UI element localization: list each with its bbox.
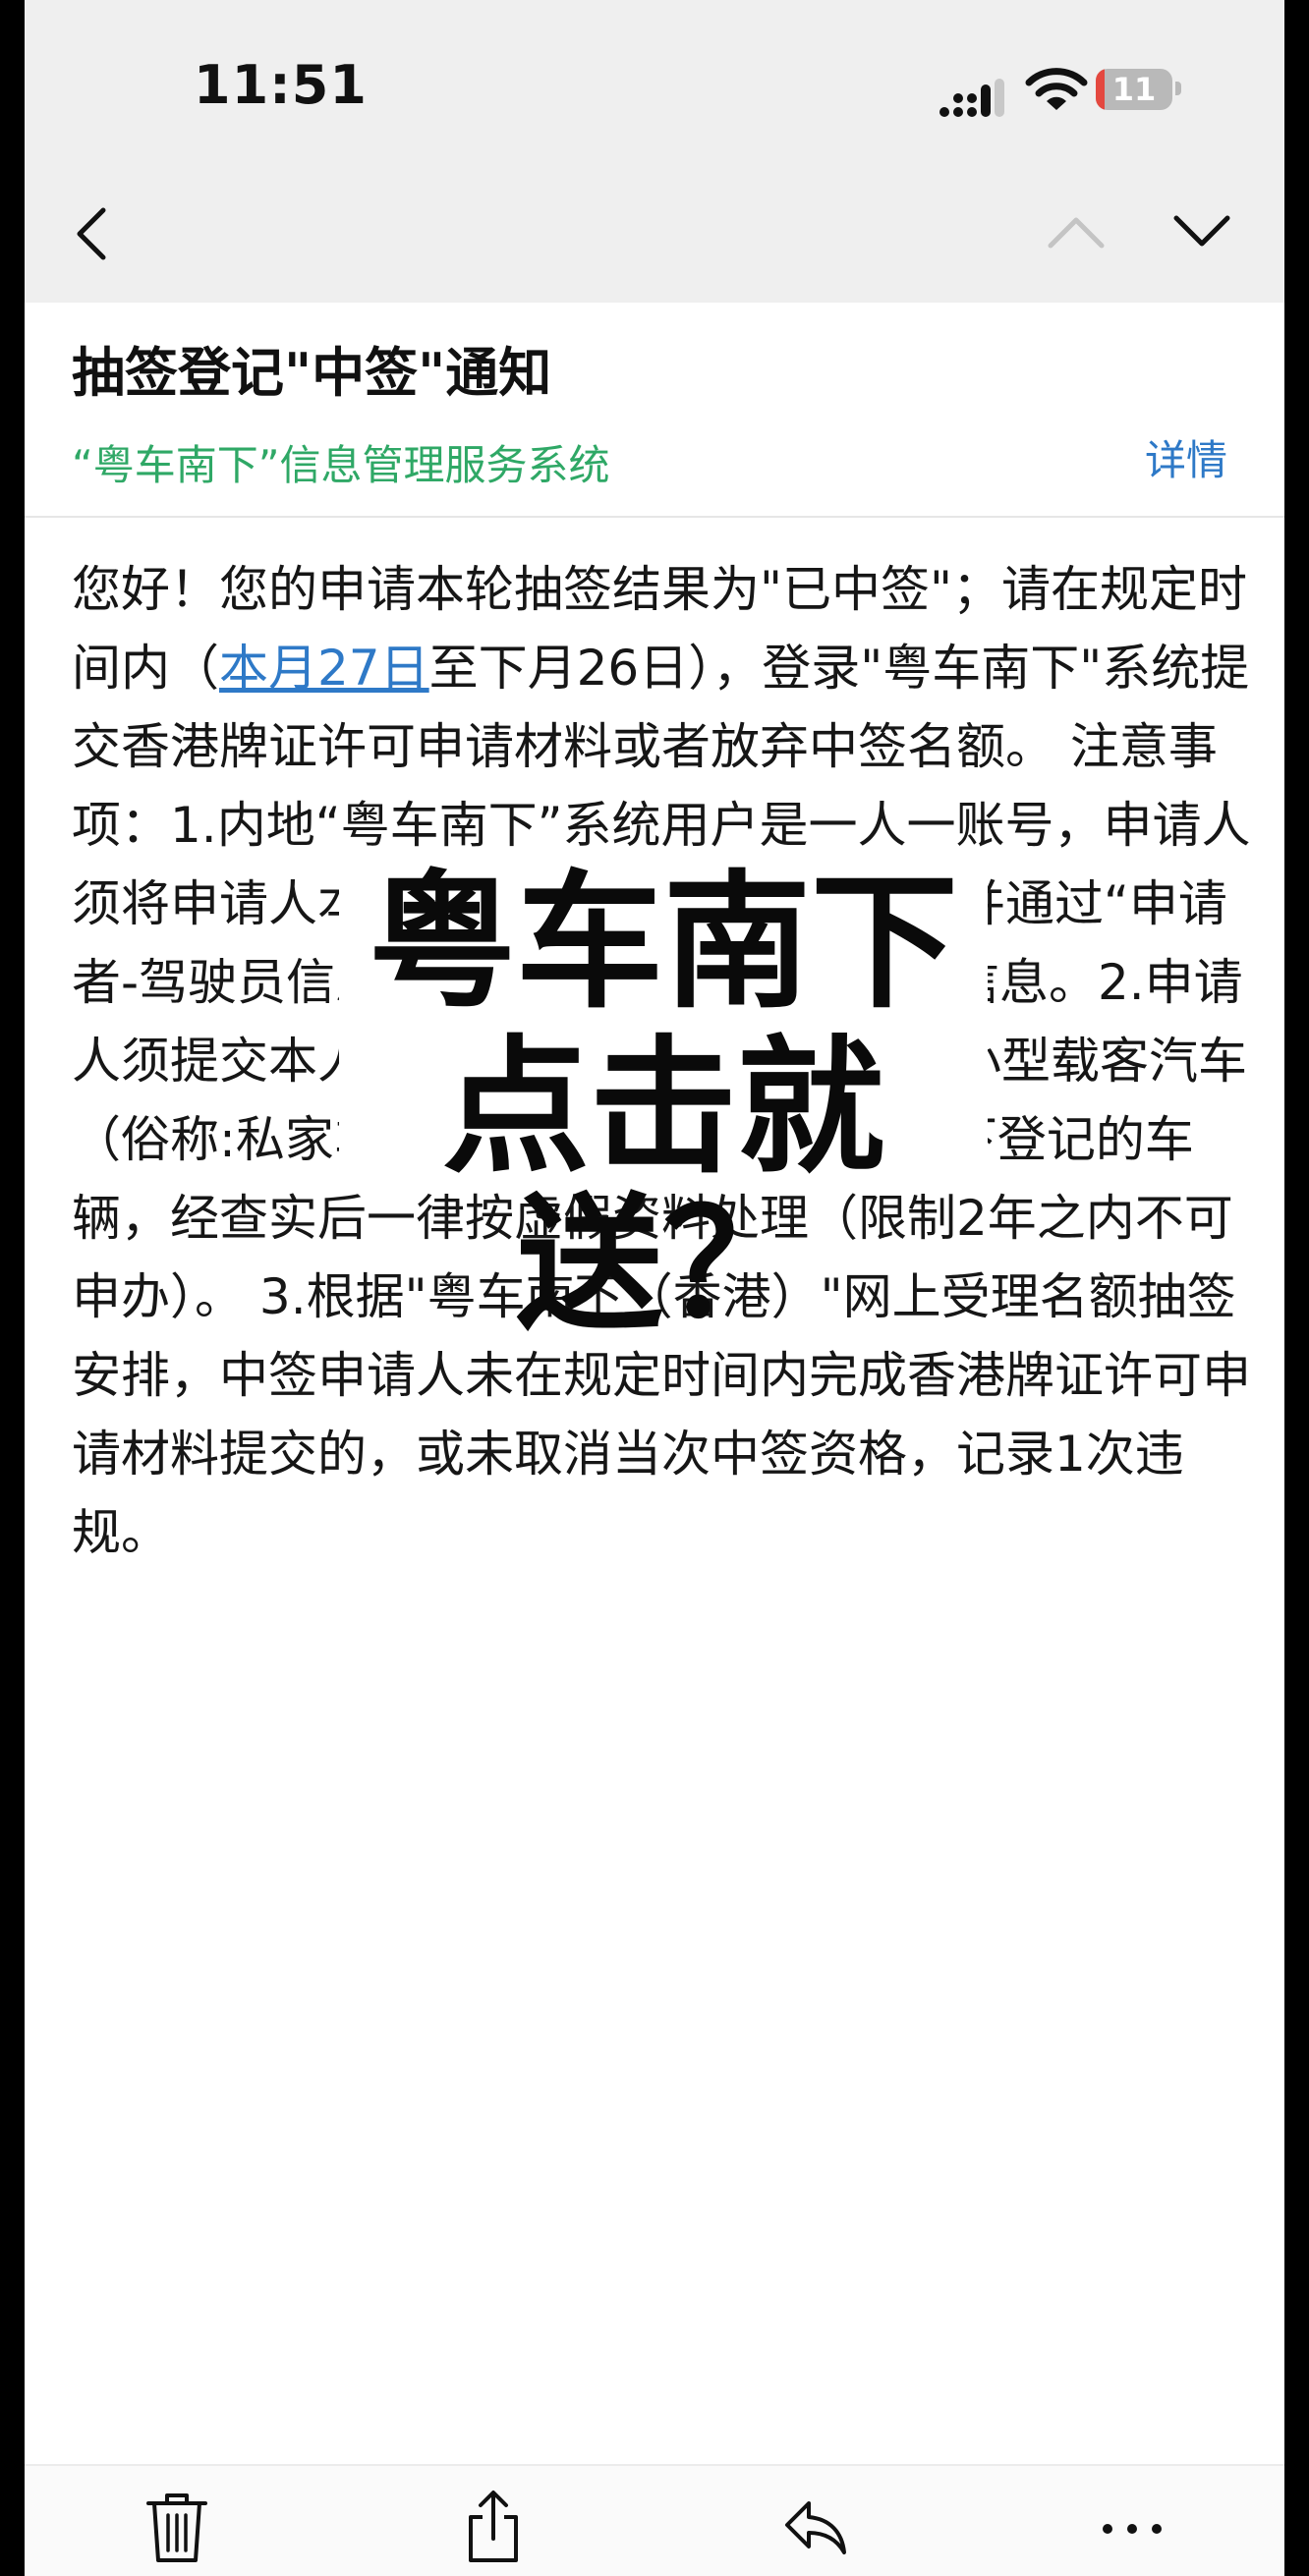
chevron-left-icon[interactable]: [70, 204, 113, 263]
cellular-signal-icon: [939, 79, 1004, 117]
reply-icon[interactable]: [781, 2488, 850, 2566]
chevron-down-icon[interactable]: [1172, 214, 1231, 250]
promo-overlay: 粤车南下 点击就送？: [339, 858, 988, 1344]
battery-cap: [1175, 82, 1181, 95]
more-icon[interactable]: [1098, 2488, 1167, 2566]
top-bar: 11:51 11: [25, 0, 1284, 303]
battery-level: 11: [1111, 71, 1157, 108]
bottom-toolbar: [25, 2464, 1284, 2576]
mail-screen: 11:51 11 抽签登记"中签"通知 “粤车南下”信息管理服务系统 详情 您好…: [25, 0, 1284, 2576]
overlay-line-1: 粤车南下: [368, 858, 958, 1029]
overlay-line-2: 点击就送？: [441, 1023, 884, 1351]
header-divider: [25, 516, 1284, 518]
battery-indicator: 11: [1096, 69, 1172, 110]
trash-icon[interactable]: [142, 2488, 211, 2566]
email-sender[interactable]: “粤车南下”信息管理服务系统: [72, 432, 610, 492]
date-link[interactable]: 本月27日: [219, 640, 429, 697]
chevron-up-icon[interactable]: [1047, 214, 1106, 250]
email-subject: 抽签登记"中签"通知: [72, 342, 552, 404]
details-link[interactable]: 详情: [1145, 427, 1227, 487]
wifi-icon: [1025, 68, 1088, 110]
status-time: 11:51: [194, 54, 368, 116]
share-icon[interactable]: [459, 2488, 528, 2566]
